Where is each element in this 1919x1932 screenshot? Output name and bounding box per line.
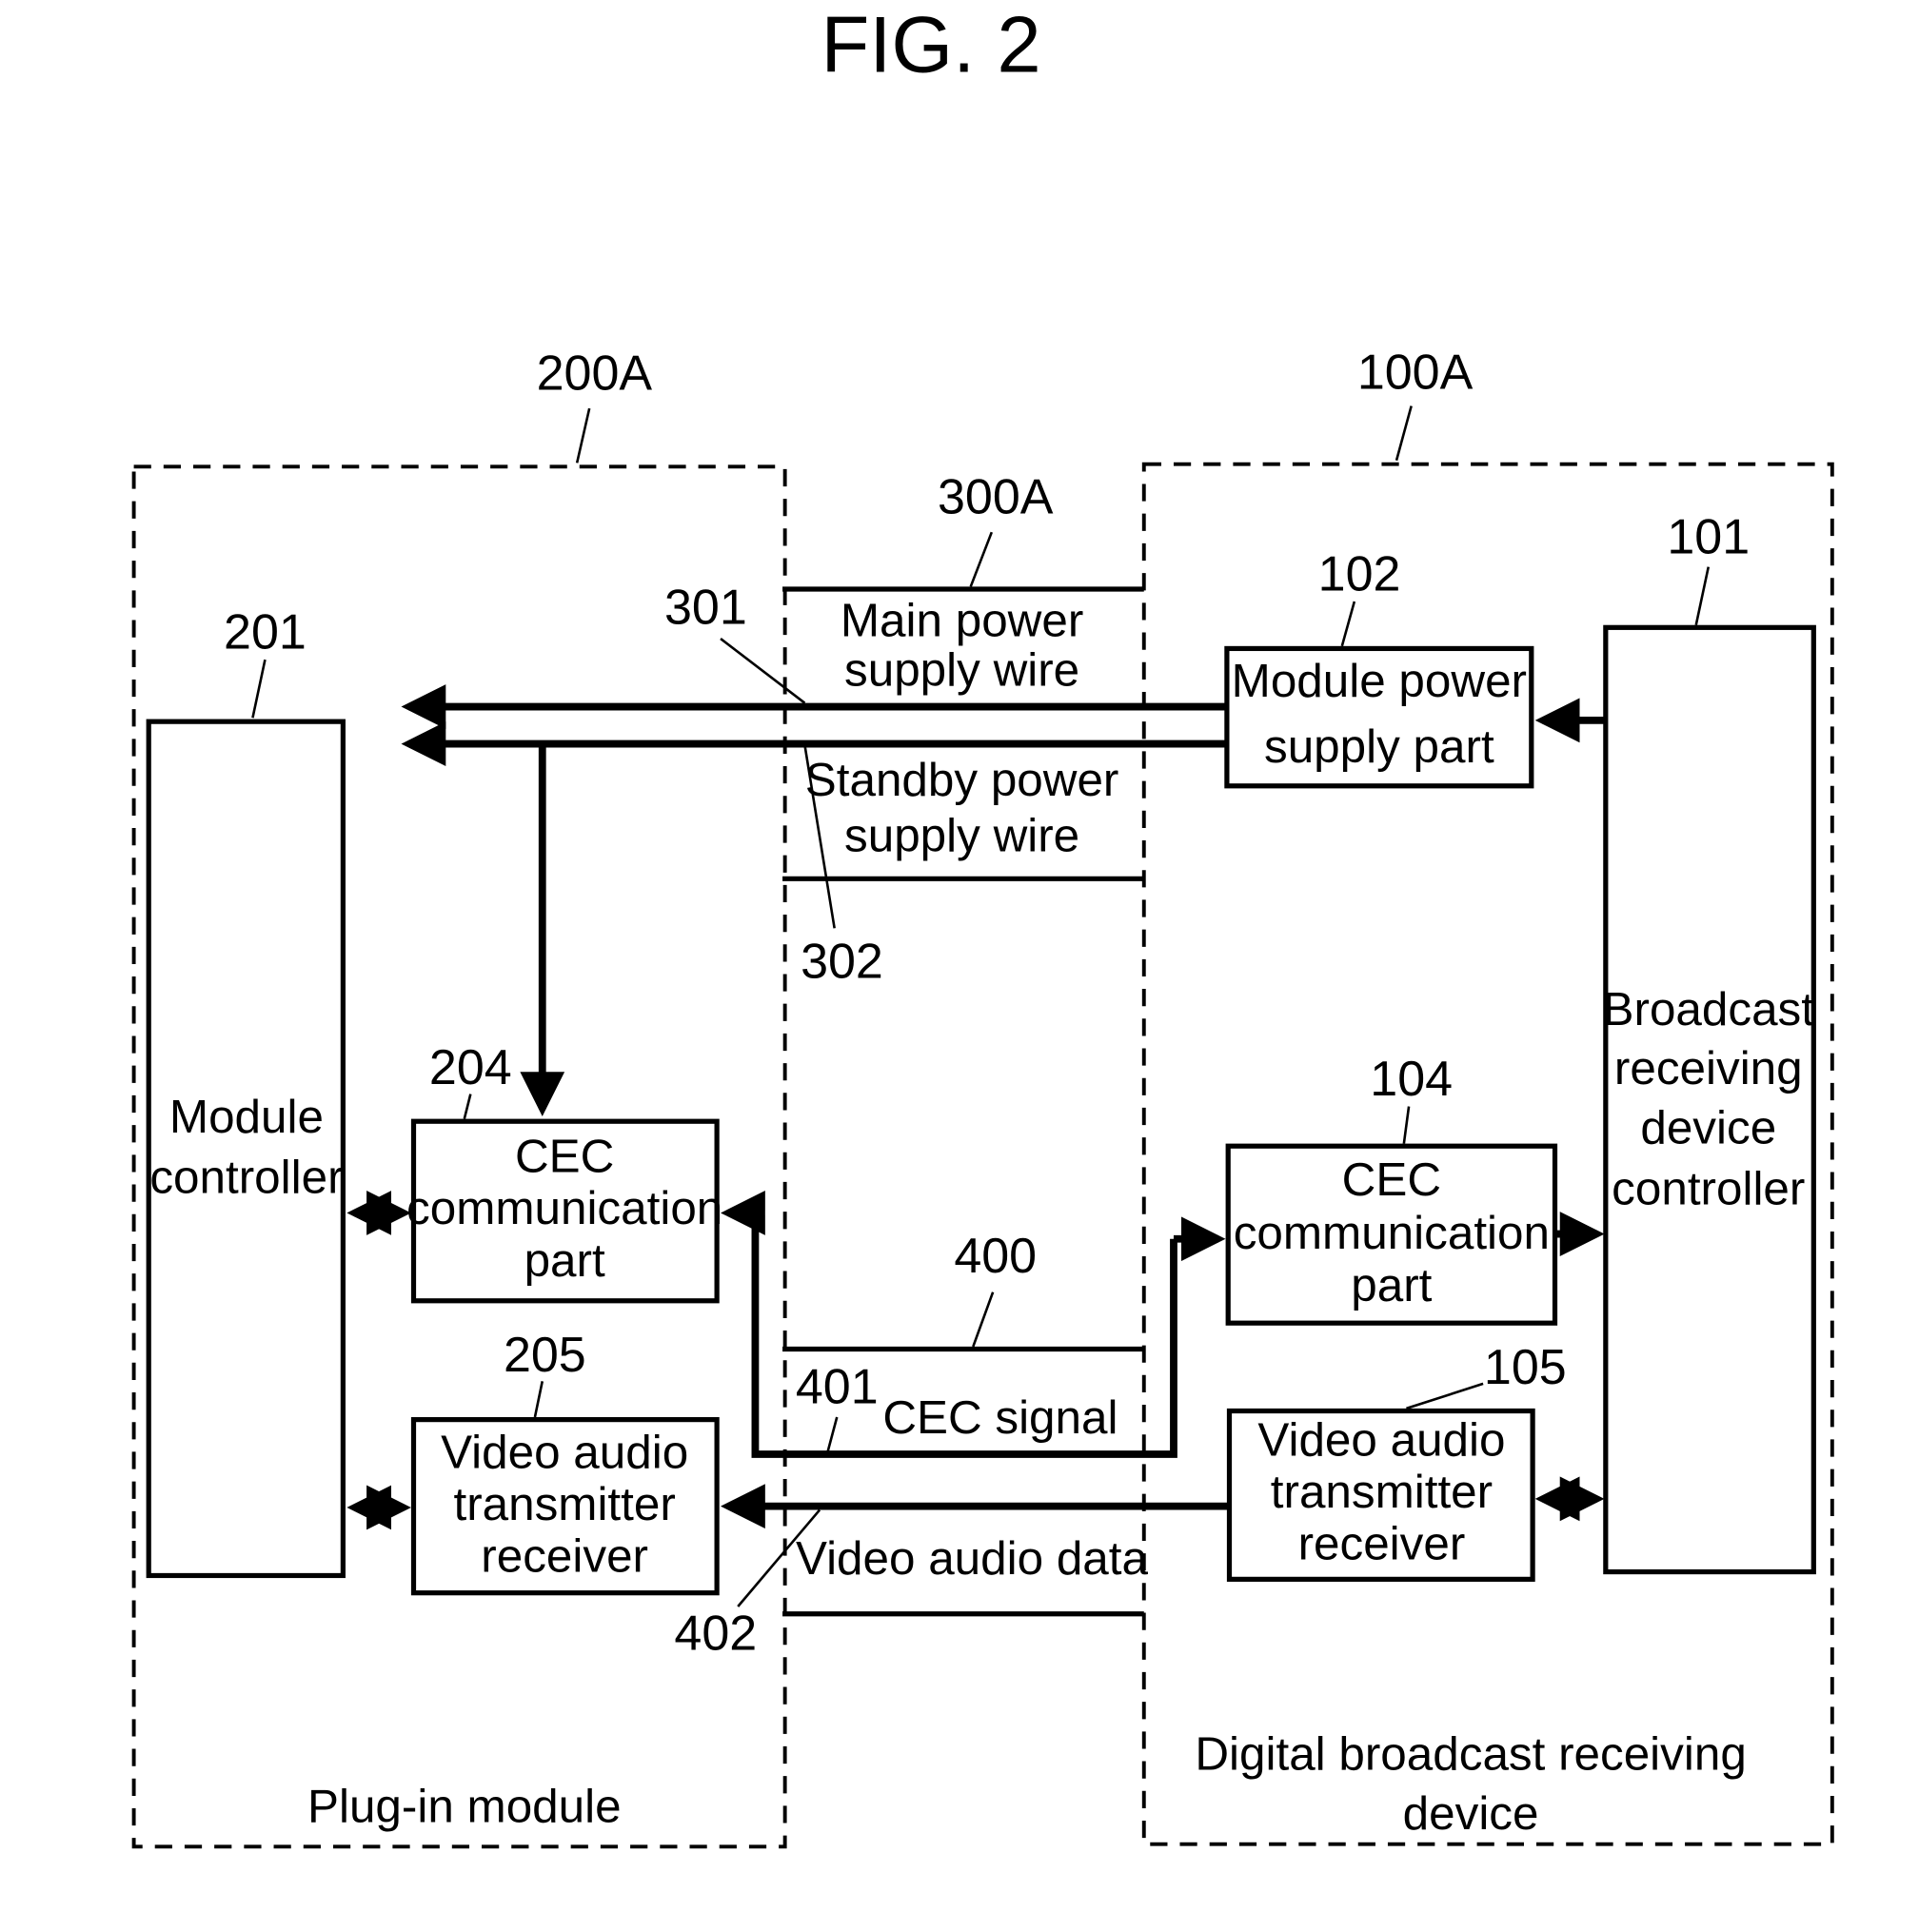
cec-204-line2: communication — [406, 1182, 722, 1234]
va-205-line2: transmitter — [453, 1478, 675, 1530]
ref-302: 302 — [801, 934, 883, 989]
broadcast-receiving-device-controller: 101 Broadcast receiving device controlle… — [1603, 509, 1816, 1575]
ref-100a: 100A — [1357, 345, 1474, 400]
leader-105 — [1406, 1382, 1484, 1410]
leader-104 — [1402, 1106, 1411, 1144]
va-105-line2: transmitter — [1271, 1466, 1493, 1518]
leader-400 — [972, 1291, 995, 1348]
leader-301 — [720, 637, 806, 704]
cec-104-line2: communication — [1234, 1207, 1550, 1259]
module-power-supply-part: 102 Module power supply part — [1224, 546, 1534, 789]
ref-200a: 200A — [537, 346, 653, 402]
figure-title: FIG. 2 — [821, 0, 1040, 89]
cec-104-line1: CEC — [1342, 1153, 1441, 1206]
leader-300a — [969, 531, 994, 587]
main-power-line2: supply wire — [844, 643, 1079, 696]
video-audio-transceiver-105: 105 Video audio transmitter receiver — [1226, 1340, 1567, 1582]
block-diagram: FIG. 2 200A Plug-in module 201 Module co… — [131, 0, 1834, 1849]
receiving-device: 100A Digital broadcast receiving device … — [1141, 345, 1834, 1846]
receiving-device-label-line2: device — [1403, 1787, 1539, 1840]
va-105-line3: receiver — [1298, 1518, 1466, 1570]
leader-201 — [251, 659, 267, 719]
ref-201: 201 — [224, 604, 307, 660]
receiving-device-label-line1: Digital broadcast receiving — [1195, 1728, 1746, 1781]
va-205-line1: Video audio — [441, 1426, 688, 1478]
module-power-line2: supply part — [1264, 720, 1494, 773]
leader-401 — [825, 1416, 839, 1455]
controller-101-line2: receiving — [1614, 1042, 1803, 1094]
cec-communication-part-104: 104 CEC communication part — [1225, 1052, 1558, 1326]
standby-power-line1: Standby power — [805, 754, 1119, 806]
leader-205 — [533, 1381, 544, 1418]
cec-204-line1: CEC — [515, 1131, 614, 1183]
video-audio-data-label: Video audio data — [796, 1532, 1148, 1585]
leader-204 — [463, 1094, 472, 1119]
video-audio-transceiver-205: 205 Video audio transmitter receiver — [410, 1328, 720, 1596]
ref-105: 105 — [1484, 1340, 1567, 1395]
va-105-line1: Video audio — [1257, 1413, 1505, 1466]
va-205-line3: receiver — [481, 1530, 648, 1583]
leader-200a — [575, 407, 591, 463]
ref-300a: 300A — [938, 470, 1054, 525]
plugin-module-label: Plug-in module — [307, 1780, 622, 1832]
standby-power-line2: supply wire — [844, 810, 1079, 862]
leader-102 — [1340, 601, 1356, 647]
ref-301: 301 — [664, 580, 747, 635]
ref-102: 102 — [1318, 546, 1401, 601]
module-controller-line1: Module — [169, 1091, 324, 1143]
ref-401: 401 — [796, 1360, 879, 1415]
controller-101-line3: device — [1640, 1102, 1776, 1154]
cec-signal-label: CEC signal — [882, 1391, 1118, 1444]
ref-204: 204 — [429, 1040, 512, 1095]
leader-100a — [1395, 405, 1413, 462]
module-power-line1: Module power — [1232, 655, 1527, 707]
main-power-line1: Main power — [841, 594, 1083, 646]
leader-101 — [1694, 566, 1711, 625]
module-controller-line2: controller — [149, 1152, 343, 1204]
ref-205: 205 — [504, 1328, 586, 1383]
ref-104: 104 — [1370, 1052, 1453, 1107]
module-controller: 201 Module controller — [146, 604, 346, 1579]
ref-402: 402 — [674, 1606, 757, 1661]
controller-101-line4: controller — [1612, 1162, 1805, 1214]
cec-communication-part-204: 204 CEC communication part — [406, 1040, 722, 1304]
ref-400: 400 — [954, 1229, 1037, 1284]
interface-300a: 300A Main power supply wire 301 Standby … — [664, 470, 1148, 1662]
cec-104-line3: part — [1351, 1259, 1432, 1311]
controller-101-line1: Broadcast — [1603, 983, 1815, 1035]
cec-204-line3: part — [524, 1234, 605, 1287]
ref-101: 101 — [1667, 509, 1750, 564]
